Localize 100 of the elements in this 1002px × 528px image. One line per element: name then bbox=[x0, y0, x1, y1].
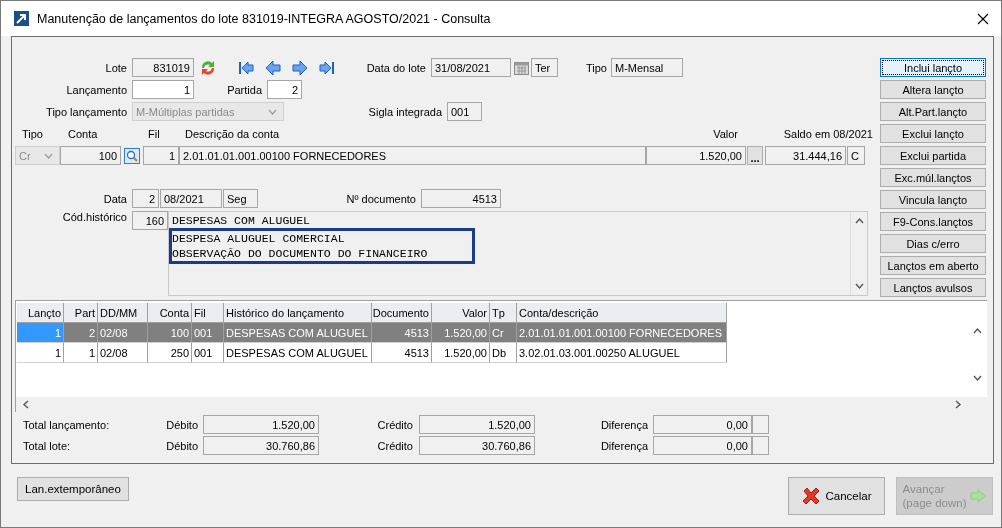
day-field[interactable]: 2 bbox=[132, 189, 159, 208]
column-header[interactable]: Conta bbox=[148, 303, 192, 323]
lancamento-field[interactable]: 1 bbox=[132, 80, 194, 99]
table-cell: 250 bbox=[148, 343, 192, 363]
field-label: Tipo bbox=[586, 61, 607, 74]
difference-field[interactable]: 0,00 bbox=[653, 415, 752, 434]
scroll-right-icon[interactable] bbox=[954, 400, 963, 409]
table-cell: DESPESAS COM ALUGUEL bbox=[224, 343, 372, 363]
fil-field[interactable]: 1 bbox=[143, 146, 179, 165]
difference-type-field[interactable] bbox=[752, 436, 769, 455]
action-button[interactable]: Exc.múl.lançtos bbox=[880, 168, 986, 187]
field-label: Crédito bbox=[376, 439, 413, 452]
scroll-left-icon[interactable] bbox=[22, 400, 31, 409]
column-header[interactable]: Tp bbox=[490, 303, 517, 323]
table-cell: 4513 bbox=[372, 343, 432, 363]
action-button[interactable]: Exclui lançto bbox=[880, 124, 986, 143]
field-label: Sigla integrada bbox=[367, 105, 442, 118]
field-label: Crédito bbox=[376, 418, 413, 431]
right-arrow-icon[interactable] bbox=[292, 59, 308, 76]
valor-field[interactable]: 1.520,00 bbox=[646, 146, 746, 165]
field-label: Lote bbox=[104, 61, 127, 74]
field-label: Nº documento bbox=[345, 192, 416, 205]
total-label: Total lote: bbox=[23, 439, 72, 452]
field-label: Data bbox=[102, 192, 127, 205]
debit-field[interactable]: 1.520,00 bbox=[203, 415, 319, 434]
table-cell: 2.01.01.01.001.00100 FORNECEDORES bbox=[517, 323, 727, 343]
historico-memo[interactable]: DESPESAS COM ALUGUEL DESPESA ALUGUEL COMERCIAL OBSERVAÇÃO DO DOCUMENTO DO FINANCEIRO bbox=[168, 211, 868, 296]
weekday-field[interactable]: Ter bbox=[531, 58, 558, 77]
right-arrow-icon bbox=[970, 489, 987, 503]
table-cell: 4513 bbox=[372, 323, 432, 343]
action-button[interactable]: Altera lançto bbox=[880, 80, 986, 99]
cancel-button[interactable]: Cancelar bbox=[788, 477, 885, 515]
memo-line: DESPESAS COM ALUGUEL bbox=[172, 213, 312, 228]
field-label: Diferença bbox=[599, 439, 648, 452]
first-arrow-icon[interactable] bbox=[238, 59, 254, 76]
scroll-down-icon[interactable] bbox=[854, 282, 864, 291]
table-cell: 1.520,00 bbox=[432, 323, 490, 343]
column-header[interactable]: Conta/descrição bbox=[517, 303, 727, 323]
action-button[interactable]: Dias c/erro bbox=[880, 234, 986, 253]
field-label: Débito bbox=[165, 418, 198, 431]
field-label: Partida bbox=[227, 83, 262, 96]
column-header[interactable]: Part bbox=[64, 303, 98, 323]
partida-field[interactable]: 2 bbox=[267, 80, 302, 99]
field-label: Data do lote bbox=[366, 61, 426, 74]
column-header[interactable]: Fil bbox=[192, 303, 224, 323]
saldo-type-field[interactable]: C bbox=[847, 146, 865, 165]
tipo-field[interactable]: M-Mensal bbox=[611, 58, 683, 77]
table-cell: 2 bbox=[64, 323, 98, 343]
table-cell: 100 bbox=[148, 323, 192, 343]
saldo-field[interactable]: 31.444,16 bbox=[765, 146, 846, 165]
action-button[interactable]: Alt.Part.lançto bbox=[880, 102, 986, 121]
field-label: Diferença bbox=[599, 418, 648, 431]
descricao-field[interactable]: 2.01.01.01.001.00100 FORNECEDORES bbox=[179, 146, 646, 165]
field-label: Lançamento bbox=[65, 83, 127, 96]
last-arrow-icon[interactable] bbox=[319, 59, 335, 76]
column-header[interactable]: DD/MM bbox=[98, 303, 148, 323]
table-cell: DESPESAS COM ALUGUEL bbox=[224, 323, 372, 343]
scroll-up-icon[interactable] bbox=[972, 327, 982, 336]
action-button[interactable]: Lançtos em aberto bbox=[880, 256, 986, 275]
table-cell: 02/08 bbox=[98, 343, 148, 363]
difference-field[interactable]: 0,00 bbox=[653, 436, 752, 455]
action-button[interactable]: Inclui lançto bbox=[880, 58, 986, 77]
conta-field[interactable]: 100 bbox=[60, 146, 121, 165]
column-header[interactable]: Histórico do lançamento bbox=[224, 303, 372, 323]
table-cell: 1 bbox=[17, 323, 64, 343]
date-field[interactable]: 31/08/2021 bbox=[431, 58, 511, 77]
action-button[interactable]: F9-Cons.lançtos bbox=[880, 212, 986, 231]
caret-icon bbox=[268, 108, 277, 115]
credit-field[interactable]: 1.520,00 bbox=[419, 415, 535, 434]
table-cell: 1 bbox=[64, 343, 98, 363]
table-cell: Cr bbox=[490, 323, 517, 343]
column-header[interactable]: Documento bbox=[372, 303, 432, 323]
column-header[interactable]: Lançto bbox=[17, 303, 64, 323]
field-label: Tipo lançamento bbox=[45, 105, 127, 118]
action-button[interactable]: Exclui partida bbox=[880, 146, 986, 165]
search-icon[interactable] bbox=[124, 147, 140, 164]
total-label: Total lançamento: bbox=[23, 418, 111, 431]
weekday-field[interactable]: Seg bbox=[223, 189, 258, 208]
credit-field[interactable]: 30.760,86 bbox=[419, 436, 535, 455]
action-button[interactable]: Vincula lançto bbox=[880, 190, 986, 209]
field-label: Cód.histórico bbox=[61, 211, 127, 223]
month-field[interactable]: 08/2021 bbox=[160, 189, 222, 208]
documento-field[interactable]: 4513 bbox=[421, 189, 501, 208]
left-arrow-icon[interactable] bbox=[265, 59, 281, 76]
extemporaneo-button[interactable]: Lan.extemporâneo bbox=[17, 477, 129, 501]
calendar-icon[interactable] bbox=[514, 60, 529, 75]
difference-type-field[interactable] bbox=[752, 415, 769, 434]
debit-field[interactable]: 30.760,86 bbox=[203, 436, 319, 455]
column-label: Conta bbox=[68, 128, 99, 140]
historico-code-field[interactable]: 160 bbox=[132, 211, 168, 230]
refresh-icon[interactable] bbox=[199, 58, 217, 77]
column-header[interactable]: Valor bbox=[432, 303, 490, 323]
memo-line: OBSERVAÇÃO DO DOCUMENTO DO FINANCEIRO bbox=[172, 246, 429, 261]
action-button[interactable]: Lançtos avulsos bbox=[880, 278, 986, 297]
close-icon[interactable] bbox=[977, 12, 989, 25]
scroll-up-icon[interactable] bbox=[854, 217, 864, 226]
scroll-down-icon[interactable] bbox=[972, 374, 982, 383]
sigla-field[interactable]: 001 bbox=[447, 102, 482, 121]
more-button[interactable]: ... bbox=[747, 146, 763, 165]
lote-field[interactable]: 831019 bbox=[132, 58, 194, 77]
